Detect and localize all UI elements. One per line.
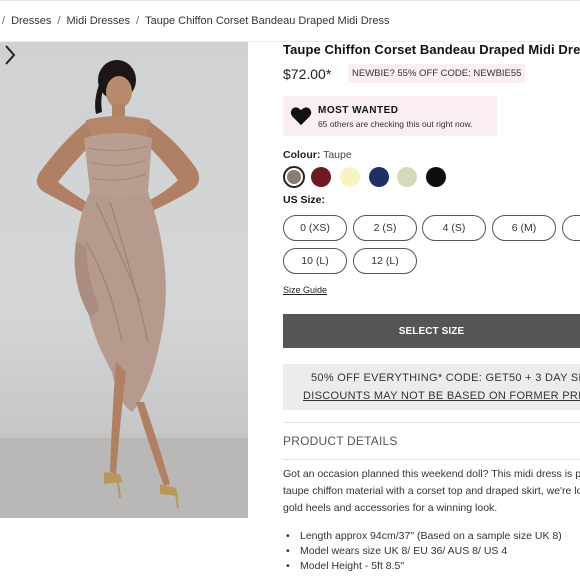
swatch-sage[interactable] — [397, 167, 419, 189]
size-option-6-m[interactable]: 6 (M) — [492, 215, 556, 241]
swatch-black-fill — [426, 167, 446, 187]
offer-disclaimer-link[interactable]: DISCOUNTS MAY NOT BE BASED ON FORMER PRI… — [303, 390, 580, 402]
size-option-12-l[interactable]: 12 (L) — [353, 248, 417, 274]
size-option-8-m[interactable] — [562, 215, 580, 241]
size-option-0-xs[interactable]: 0 (XS) — [283, 215, 347, 241]
product-price: $72.00* — [283, 66, 332, 82]
breadcrumb-separator: / — [2, 15, 6, 27]
description-line: Got an occasion planned this weekend dol… — [283, 468, 580, 480]
swatch-taupe-fill — [287, 170, 301, 184]
swatch-black[interactable] — [426, 167, 448, 189]
swatch-taupe[interactable] — [283, 166, 305, 188]
most-wanted-subtitle: 65 others are checking this out right no… — [318, 119, 473, 129]
chevron-right-icon[interactable] — [0, 42, 20, 68]
size-option-10-l[interactable]: 10 (L) — [283, 248, 347, 274]
product-details-heading[interactable]: PRODUCT DETAILS — [283, 422, 580, 460]
swatch-lemon-fill — [340, 167, 360, 187]
most-wanted-banner: MOST WANTED 65 others are checking this … — [283, 96, 497, 136]
swatch-navy[interactable] — [369, 167, 391, 189]
breadcrumb-current-product: Taupe Chiffon Corset Bandeau Draped Midi… — [145, 15, 390, 27]
product-features-list: Length approx 94cm/37" (Based on a sampl… — [283, 529, 580, 574]
select-size-button[interactable]: SELECT SIZE — [283, 314, 580, 348]
feature-item: Model wears size UK 8/ EU 36/ AUS 8/ US … — [283, 544, 580, 559]
most-wanted-title: MOST WANTED — [318, 105, 399, 116]
swatch-burgundy-fill — [311, 167, 331, 187]
breadcrumb-dresses[interactable]: Dresses — [11, 15, 51, 27]
product-description: Got an occasion planned this weekend dol… — [283, 466, 580, 517]
breadcrumb-separator: / — [136, 15, 140, 27]
colour-value: Taupe — [323, 149, 352, 161]
size-option-2-s[interactable]: 2 (S) — [353, 215, 417, 241]
description-line: gold heels and accessories for a winning… — [283, 502, 498, 514]
size-label: US Size: — [283, 194, 326, 206]
breadcrumb-separator: / — [57, 15, 61, 27]
swatch-burgundy[interactable] — [311, 167, 333, 189]
feature-item: Model Height - 5ft 8.5" — [283, 559, 580, 574]
product-title: Taupe Chiffon Corset Bandeau Draped Midi… — [283, 42, 580, 57]
swatch-sage-fill — [397, 167, 417, 187]
colour-label-text: Colour: — [283, 149, 321, 161]
feature-item: Length approx 94cm/37" (Based on a sampl… — [283, 529, 580, 544]
swatch-lemon[interactable] — [340, 167, 362, 189]
colour-label: Colour: Taupe — [283, 149, 352, 161]
heart-icon — [290, 107, 312, 126]
product-image — [0, 42, 248, 518]
size-guide-link[interactable]: Size Guide — [283, 285, 327, 295]
colour-swatches — [283, 166, 580, 190]
promo-code-tag: NEWBIE? 55% OFF CODE: NEWBIE55 — [348, 64, 526, 83]
breadcrumb-midi-dresses[interactable]: Midi Dresses — [66, 15, 130, 27]
dress-photo — [0, 60, 248, 518]
offer-banner: 50% OFF EVERYTHING* CODE: GET50 + 3 DAY … — [283, 364, 580, 410]
breadcrumb: / Dresses / Midi Dresses / Taupe Chiffon… — [0, 0, 580, 42]
offer-text: 50% OFF EVERYTHING* CODE: GET50 + 3 DAY … — [311, 372, 580, 384]
swatch-navy-fill — [369, 167, 389, 187]
description-line: taupe chiffon material with a corset top… — [283, 485, 580, 497]
size-option-4-s[interactable]: 4 (S) — [422, 215, 486, 241]
